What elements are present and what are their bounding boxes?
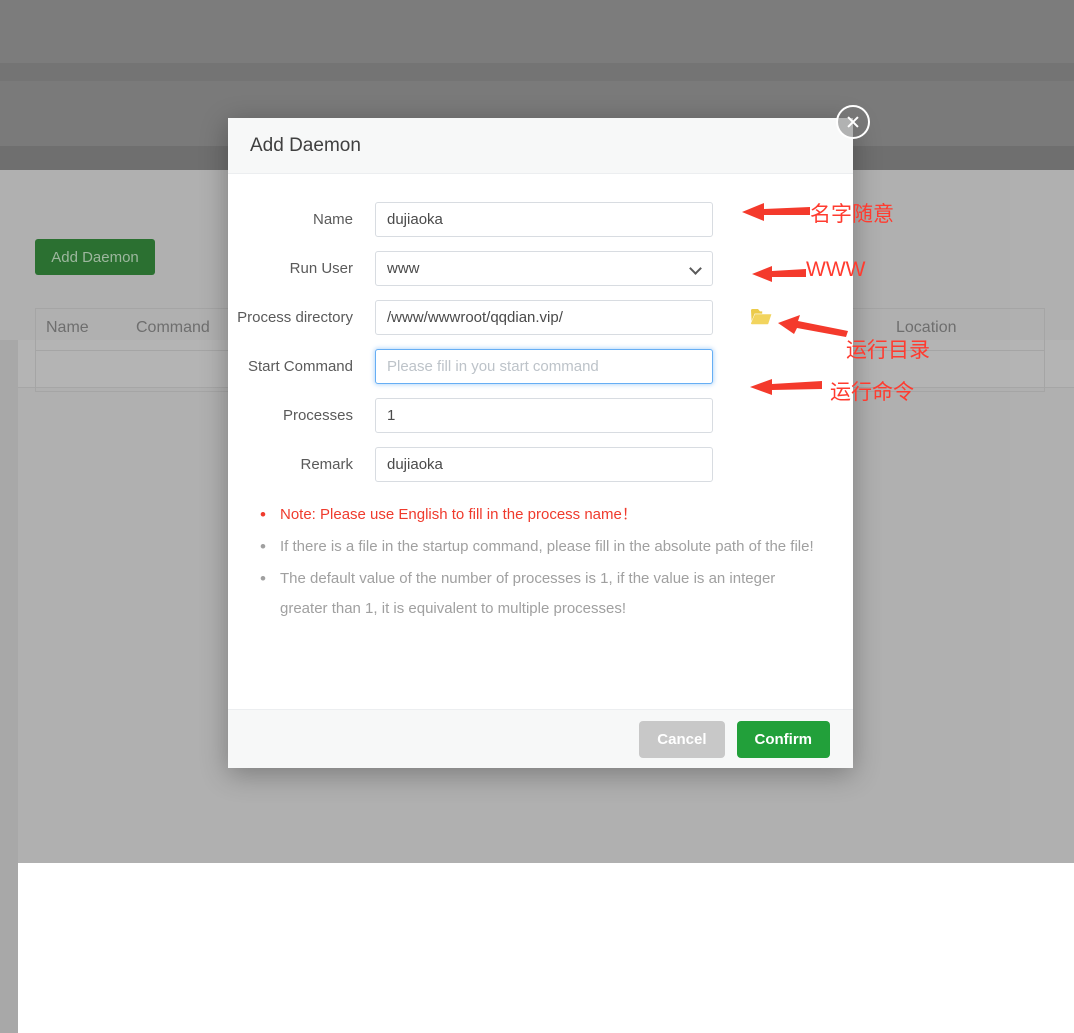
column-header-location: Location (896, 319, 957, 337)
background-top-bar (0, 0, 1074, 63)
form-row-start-command: Start Command (228, 349, 853, 384)
note-item: Note: Please use English to fill in the … (280, 500, 823, 530)
remark-input[interactable] (375, 447, 713, 482)
background-left-rail (0, 340, 18, 1033)
label-name: Name (228, 211, 375, 228)
dialog-footer: Cancel Confirm (228, 709, 853, 768)
dialog-notes-list: Note: Please use English to fill in the … (228, 500, 853, 624)
column-header-name: Name (46, 319, 89, 337)
run-user-select-wrapper: www (375, 251, 713, 286)
close-icon[interactable] (836, 105, 870, 139)
form-row-processes: Processes (228, 398, 853, 433)
label-remark: Remark (228, 456, 375, 473)
form-row-process-directory: Process directory (228, 300, 853, 335)
note-item: The default value of the number of proce… (280, 564, 823, 624)
processes-input[interactable] (375, 398, 713, 433)
dialog-header: Add Daemon (228, 118, 853, 174)
cancel-button[interactable]: Cancel (639, 721, 724, 758)
form-row-remark: Remark (228, 447, 853, 482)
dialog-body: Name Run User www Process directory (228, 174, 853, 709)
label-processes: Processes (228, 407, 375, 424)
add-daemon-button[interactable]: Add Daemon (35, 239, 155, 275)
background-sub-bar (0, 63, 1074, 81)
confirm-button[interactable]: Confirm (737, 721, 831, 758)
form-row-name: Name (228, 202, 853, 237)
label-process-directory: Process directory (228, 309, 375, 326)
folder-icon[interactable] (750, 307, 772, 326)
add-daemon-dialog: Add Daemon Name Run User www Process dir… (228, 118, 853, 768)
form-row-run-user: Run User www (228, 251, 853, 286)
name-input[interactable] (375, 202, 713, 237)
column-header-command: Command (136, 319, 210, 337)
label-start-command: Start Command (228, 358, 375, 375)
process-directory-input[interactable] (375, 300, 713, 335)
dialog-title: Add Daemon (250, 135, 361, 157)
label-run-user: Run User (228, 260, 375, 277)
start-command-input[interactable] (375, 349, 713, 384)
note-item: If there is a file in the startup comman… (280, 532, 823, 562)
run-user-select[interactable]: www (375, 251, 713, 286)
